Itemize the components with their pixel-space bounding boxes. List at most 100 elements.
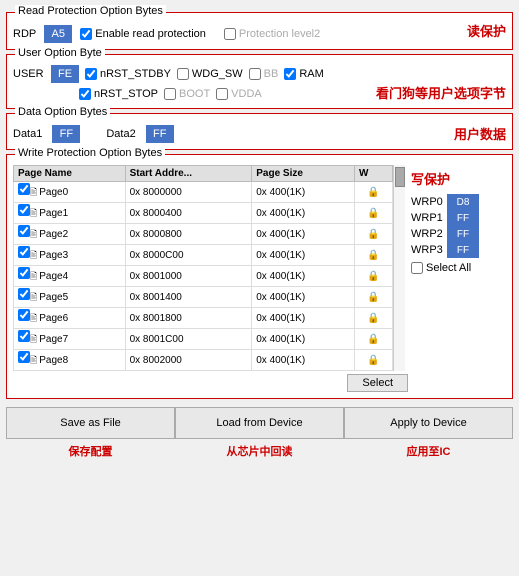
user-option-cn-note: 看门狗等用户选项字节 [376, 83, 506, 102]
row-checkbox[interactable] [18, 267, 30, 279]
cell-page-name[interactable]: 🖹Page4 [14, 266, 126, 287]
select-area: Select [13, 374, 506, 392]
boot-checkbox[interactable] [164, 88, 176, 100]
apply-device-button[interactable]: Apply to Device [344, 407, 513, 439]
rdp-value[interactable]: A5 [44, 25, 72, 43]
wrp-value[interactable]: FF [447, 210, 479, 226]
cell-page-name[interactable]: 🖹Page3 [14, 245, 126, 266]
cell-lock: 🔒 [354, 266, 392, 287]
data2-value[interactable]: FF [146, 125, 174, 143]
cell-page-size: 0x 400(1K) [252, 350, 355, 371]
ram-checkbox[interactable] [284, 68, 296, 80]
load-device-button[interactable]: Load from Device [175, 407, 344, 439]
cell-start-addr: 0x 8000C00 [125, 245, 252, 266]
cell-page-name[interactable]: 🖹Page5 [14, 287, 126, 308]
protection-level2-checkbox[interactable] [224, 28, 236, 40]
cell-page-size: 0x 400(1K) [252, 329, 355, 350]
nrst-stop-checkbox[interactable] [79, 88, 91, 100]
bb-checkbox[interactable] [249, 68, 261, 80]
apply-note: 应用至IC [344, 443, 513, 459]
row-checkbox[interactable] [18, 183, 30, 195]
row-checkbox[interactable] [18, 309, 30, 321]
user-option-label: User Option Byte [15, 47, 105, 59]
cell-start-addr: 0x 8000800 [125, 224, 252, 245]
cell-page-name[interactable]: 🖹Page8 [14, 350, 126, 371]
rdp-label: RDP [13, 28, 36, 40]
vdda-checkbox[interactable] [216, 88, 228, 100]
nrst-stdby-checkbox[interactable] [85, 68, 97, 80]
cell-page-name[interactable]: 🖹Page6 [14, 308, 126, 329]
row-checkbox[interactable] [18, 351, 30, 363]
select-all-label: Select All [426, 262, 471, 274]
wrp-label: WRP0 [411, 196, 443, 208]
select-all-checkbox[interactable] [411, 262, 423, 274]
table-row: 🖹Page40x 80010000x 400(1K)🔒 [14, 266, 393, 287]
table-row: 🖹Page20x 80008000x 400(1K)🔒 [14, 224, 393, 245]
cell-page-name[interactable]: 🖹Page7 [14, 329, 126, 350]
user-value[interactable]: FE [51, 65, 79, 83]
cell-lock: 🔒 [354, 287, 392, 308]
wdg-sw-checkbox[interactable] [177, 68, 189, 80]
cell-lock: 🔒 [354, 224, 392, 245]
wdg-sw-check[interactable]: WDG_SW [177, 68, 243, 80]
lock-icon: 🔒 [367, 208, 379, 219]
write-protection-section: Write Protection Option Bytes Page Name … [6, 154, 513, 399]
cell-lock: 🔒 [354, 203, 392, 224]
wrp-value[interactable]: FF [447, 226, 479, 242]
save-note: 保存配置 [6, 443, 175, 459]
ram-check[interactable]: RAM [284, 68, 323, 80]
save-file-button[interactable]: Save as File [6, 407, 175, 439]
cell-page-name[interactable]: 🖹Page0 [14, 182, 126, 203]
cell-page-size: 0x 400(1K) [252, 266, 355, 287]
cell-page-size: 0x 400(1K) [252, 203, 355, 224]
enable-read-protection-check[interactable]: Enable read protection [80, 28, 206, 40]
boot-check[interactable]: BOOT [164, 88, 210, 100]
bb-text: BB [264, 68, 279, 80]
wrp-field-row: WRP2FF [411, 226, 506, 242]
boot-text: BOOT [179, 88, 210, 100]
cell-page-name[interactable]: 🖹Page2 [14, 224, 126, 245]
lock-icon: 🔒 [367, 250, 379, 261]
nrst-stdby-text: nRST_STDBY [100, 68, 171, 80]
write-protection-label: Write Protection Option Bytes [15, 147, 165, 159]
nrst-stop-check[interactable]: nRST_STOP [79, 88, 158, 100]
col-page-name: Page Name [14, 166, 126, 182]
row-checkbox[interactable] [18, 246, 30, 258]
cell-start-addr: 0x 8001400 [125, 287, 252, 308]
row-checkbox[interactable] [18, 330, 30, 342]
bottom-buttons: Save as File Load from Device Apply to D… [6, 407, 513, 439]
wrp-value[interactable]: D8 [447, 194, 479, 210]
select-button[interactable]: Select [347, 374, 408, 392]
cell-page-size: 0x 400(1K) [252, 224, 355, 245]
row-checkbox[interactable] [18, 225, 30, 237]
cell-start-addr: 0x 8001000 [125, 266, 252, 287]
scroll-thumb[interactable] [395, 167, 405, 187]
table-row: 🖹Page00x 80000000x 400(1K)🔒 [14, 182, 393, 203]
nrst-stdby-check[interactable]: nRST_STDBY [85, 68, 171, 80]
row-checkbox[interactable] [18, 288, 30, 300]
protection-level2-check[interactable]: Protection level2 [224, 28, 320, 40]
protection-level2-text: Protection level2 [239, 28, 320, 40]
cell-lock: 🔒 [354, 182, 392, 203]
read-protection-section: Read Protection Option Bytes RDP A5 Enab… [6, 12, 513, 50]
col-page-size: Page Size [252, 166, 355, 182]
data2-label: Data2 [106, 128, 135, 140]
data1-value[interactable]: FF [52, 125, 80, 143]
select-all-row[interactable]: Select All [411, 262, 506, 274]
scrollbar[interactable] [393, 165, 405, 371]
wrp-fields: WRP0D8WRP1FFWRP2FFWRP3FF [411, 194, 506, 258]
wrp-value[interactable]: FF [447, 242, 479, 258]
cell-page-name[interactable]: 🖹Page1 [14, 203, 126, 224]
cell-page-size: 0x 400(1K) [252, 287, 355, 308]
enable-read-protection-checkbox[interactable] [80, 28, 92, 40]
wdg-sw-text: WDG_SW [192, 68, 243, 80]
read-protection-label: Read Protection Option Bytes [15, 5, 166, 17]
cell-start-addr: 0x 8000400 [125, 203, 252, 224]
bb-check[interactable]: BB [249, 68, 279, 80]
write-protection-table: Page Name Start Addre... Page Size W 🖹Pa… [13, 165, 393, 371]
ram-text: RAM [299, 68, 323, 80]
wrp-field-row: WRP0 D8 [411, 194, 506, 210]
row-checkbox[interactable] [18, 204, 30, 216]
vdda-check[interactable]: VDDA [216, 88, 262, 100]
cell-start-addr: 0x 8001C00 [125, 329, 252, 350]
